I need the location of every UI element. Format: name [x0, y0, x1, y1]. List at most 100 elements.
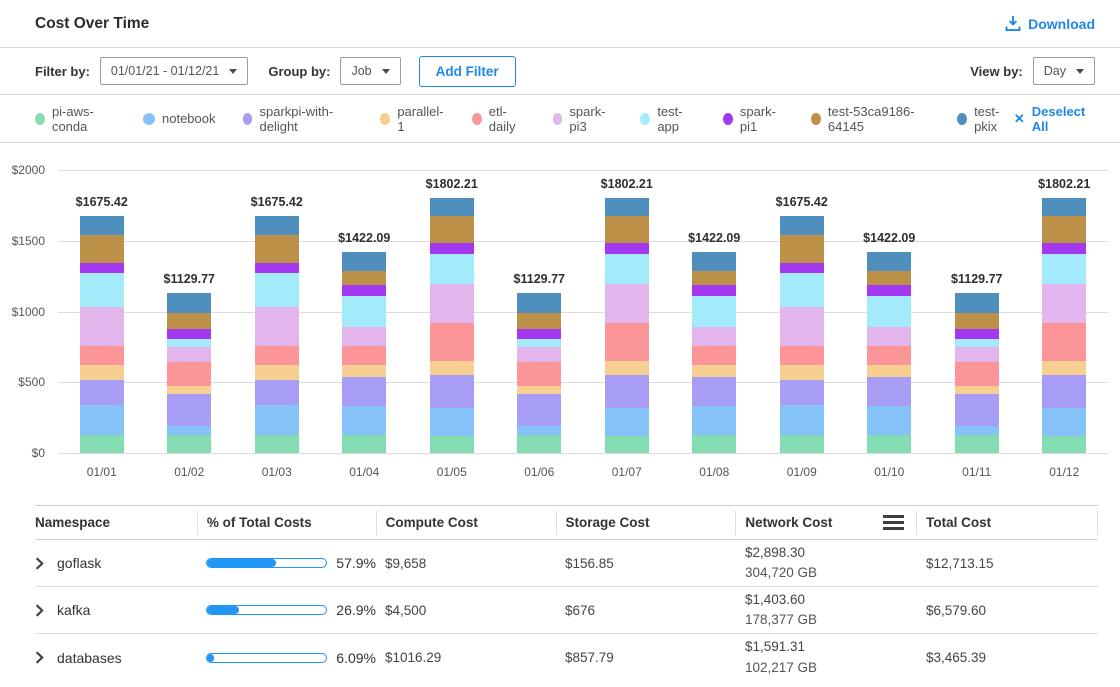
bar-segment-test-pkix[interactable] [255, 216, 299, 235]
bar-segment-spark-pi1[interactable] [80, 263, 124, 273]
bar-segment-etl-daily[interactable] [430, 323, 474, 361]
bar-segment-etl-daily[interactable] [255, 346, 299, 365]
bar-segment-etl-daily[interactable] [867, 346, 911, 365]
bar-segment-sparkpi-with-delight[interactable] [80, 380, 124, 405]
legend-item-etl-daily[interactable]: etl-daily [472, 104, 526, 134]
bar-segment-notebook[interactable] [692, 406, 736, 435]
bar-segment-notebook[interactable] [430, 408, 474, 436]
bar-segment-parallel-1[interactable] [517, 386, 561, 395]
bar-segment-spark-pi3[interactable] [1042, 284, 1086, 323]
bar-segment-spark-pi3[interactable] [605, 284, 649, 323]
bar-segment-spark-pi3[interactable] [255, 307, 299, 346]
bar-segment-spark-pi3[interactable] [517, 347, 561, 362]
bar-segment-spark-pi3[interactable] [955, 347, 999, 362]
bar-segment-test-app[interactable] [430, 254, 474, 284]
column-menu-icon[interactable] [883, 515, 904, 530]
bar-segment-parallel-1[interactable] [780, 365, 824, 381]
download-button[interactable]: Download [1005, 15, 1095, 32]
bar-segment-spark-pi3[interactable] [867, 327, 911, 346]
bar-segment-etl-daily[interactable] [517, 362, 561, 385]
stacked-bar[interactable] [692, 252, 736, 453]
bar-segment-test-pkix[interactable] [605, 198, 649, 216]
stacked-bar[interactable] [867, 252, 911, 453]
bar-segment-spark-pi3[interactable] [167, 347, 211, 362]
bar-segment-spark-pi1[interactable] [517, 329, 561, 340]
bar-segment-test-pkix[interactable] [430, 198, 474, 216]
bar-segment-spark-pi3[interactable] [780, 307, 824, 346]
bar-segment-spark-pi3[interactable] [430, 284, 474, 323]
bar-segment-spark-pi3[interactable] [692, 327, 736, 346]
bar-segment-pi-aws-conda[interactable] [342, 435, 386, 453]
bar-segment-sparkpi-with-delight[interactable] [605, 375, 649, 408]
bar-segment-test-pkix[interactable] [342, 252, 386, 271]
bar-segment-test-53ca9186-64145[interactable] [80, 235, 124, 263]
bar-segment-notebook[interactable] [342, 406, 386, 435]
bar-segment-sparkpi-with-delight[interactable] [255, 380, 299, 405]
bar-segment-pi-aws-conda[interactable] [692, 435, 736, 453]
table-row-kafka[interactable]: kafka26.9%$4,500$676$1,403.60178,377 GB$… [35, 587, 1098, 634]
bar-segment-test-53ca9186-64145[interactable] [167, 313, 211, 329]
bar-segment-test-pkix[interactable] [955, 293, 999, 312]
bar-segment-spark-pi1[interactable] [780, 263, 824, 273]
bar-segment-notebook[interactable] [517, 426, 561, 435]
bar-segment-test-pkix[interactable] [692, 252, 736, 271]
bar-segment-spark-pi1[interactable] [692, 285, 736, 295]
bar-segment-test-app[interactable] [167, 339, 211, 346]
bar-segment-test-app[interactable] [692, 296, 736, 328]
date-range-select[interactable]: 01/01/21 - 01/12/21 [100, 57, 248, 85]
bar-segment-test-app[interactable] [1042, 254, 1086, 284]
bar-segment-sparkpi-with-delight[interactable] [167, 394, 211, 426]
bar-segment-etl-daily[interactable] [167, 362, 211, 385]
bar-segment-spark-pi1[interactable] [1042, 243, 1086, 254]
bar-segment-test-53ca9186-64145[interactable] [430, 216, 474, 243]
chevron-right-icon[interactable] [35, 604, 44, 617]
bar-segment-pi-aws-conda[interactable] [1042, 436, 1086, 453]
bar-segment-test-pkix[interactable] [80, 216, 124, 235]
bar-segment-test-53ca9186-64145[interactable] [780, 235, 824, 263]
bar-segment-pi-aws-conda[interactable] [430, 436, 474, 453]
bar-segment-test-53ca9186-64145[interactable] [255, 235, 299, 263]
bar-segment-pi-aws-conda[interactable] [605, 436, 649, 453]
bar-segment-notebook[interactable] [1042, 408, 1086, 436]
stacked-bar[interactable] [605, 198, 649, 453]
bar-segment-pi-aws-conda[interactable] [955, 435, 999, 453]
bar-segment-test-53ca9186-64145[interactable] [605, 216, 649, 243]
bar-segment-sparkpi-with-delight[interactable] [1042, 375, 1086, 408]
bar-segment-pi-aws-conda[interactable] [255, 435, 299, 453]
bar-segment-test-app[interactable] [342, 296, 386, 328]
view-by-select[interactable]: Day [1033, 57, 1095, 85]
bar-segment-etl-daily[interactable] [80, 346, 124, 365]
bar-segment-parallel-1[interactable] [1042, 361, 1086, 375]
bar-segment-etl-daily[interactable] [955, 362, 999, 385]
bar-segment-notebook[interactable] [80, 405, 124, 435]
legend-item-notebook[interactable]: notebook [143, 111, 216, 126]
bar-segment-etl-daily[interactable] [605, 323, 649, 361]
bar-segment-pi-aws-conda[interactable] [517, 435, 561, 453]
bar-segment-test-app[interactable] [517, 339, 561, 346]
group-by-select[interactable]: Job [340, 57, 400, 85]
table-row-databases[interactable]: databases6.09%$1016.29$857.79$1,591.3110… [35, 634, 1098, 681]
bar-segment-parallel-1[interactable] [255, 365, 299, 381]
bar-segment-spark-pi1[interactable] [430, 243, 474, 254]
bar-segment-spark-pi3[interactable] [342, 327, 386, 346]
stacked-bar[interactable] [517, 293, 561, 453]
bar-segment-notebook[interactable] [167, 426, 211, 435]
legend-item-test-app[interactable]: test-app [640, 104, 695, 134]
bar-segment-pi-aws-conda[interactable] [780, 435, 824, 453]
bar-segment-spark-pi3[interactable] [80, 307, 124, 346]
legend-item-parallel-1[interactable]: parallel-1 [380, 104, 445, 134]
bar-segment-spark-pi1[interactable] [342, 285, 386, 295]
bar-segment-parallel-1[interactable] [955, 386, 999, 395]
deselect-all-button[interactable]: ✕ Deselect All [1014, 104, 1095, 134]
bar-segment-test-app[interactable] [780, 273, 824, 306]
bar-segment-etl-daily[interactable] [342, 346, 386, 365]
stacked-bar[interactable] [342, 252, 386, 453]
chevron-right-icon[interactable] [35, 651, 44, 664]
bar-segment-test-53ca9186-64145[interactable] [517, 313, 561, 329]
bar-segment-test-53ca9186-64145[interactable] [955, 313, 999, 329]
bar-segment-notebook[interactable] [780, 405, 824, 435]
bar-segment-spark-pi1[interactable] [605, 243, 649, 254]
legend-item-test-pkix[interactable]: test-pkix [957, 104, 1014, 134]
legend-item-spark-pi1[interactable]: spark-pi1 [723, 104, 784, 134]
bar-segment-test-app[interactable] [605, 254, 649, 284]
